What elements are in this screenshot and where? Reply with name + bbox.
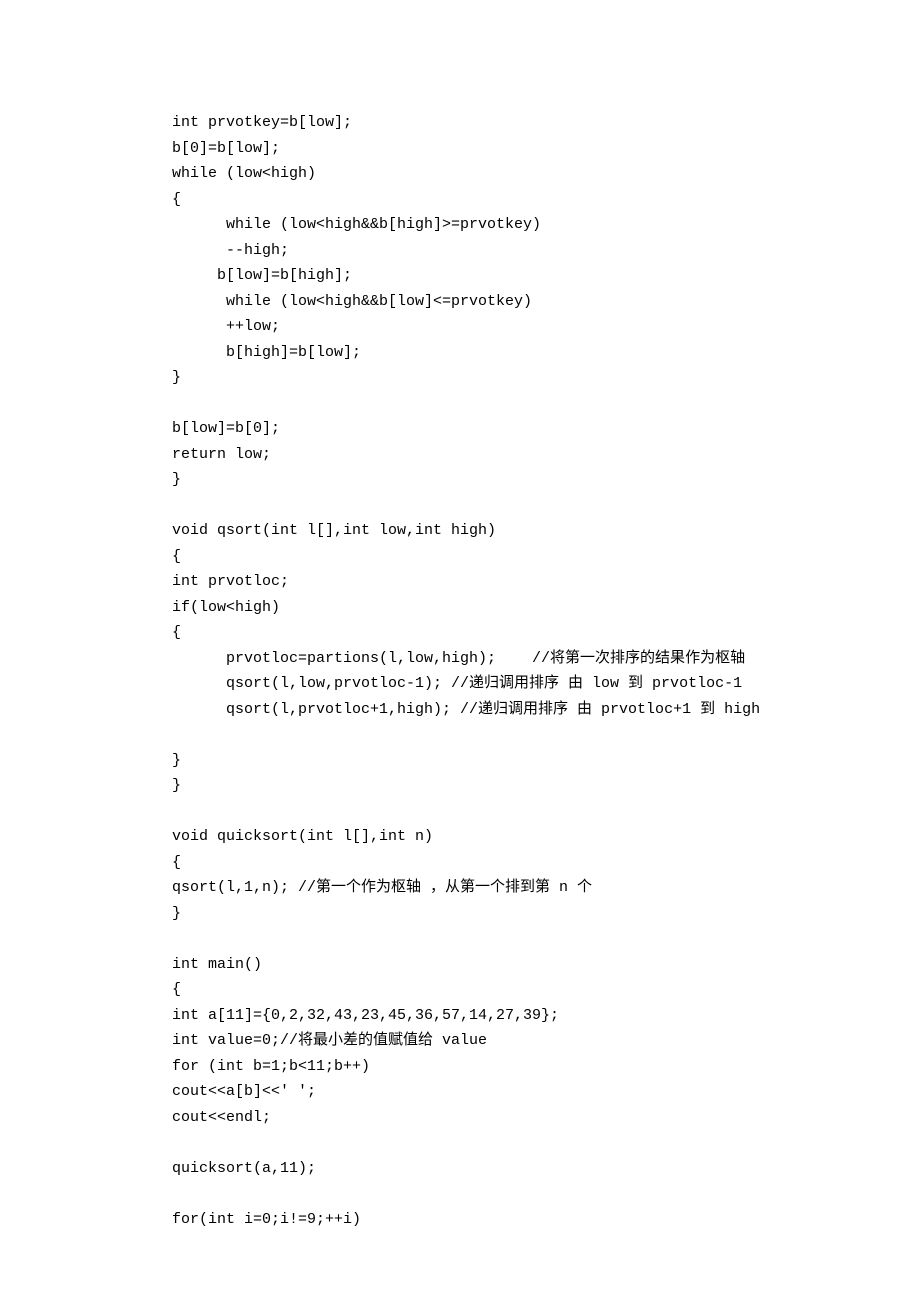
code-line: b[0]=b[low]; — [172, 136, 920, 162]
code-line: for (int b=1;b<11;b++) — [172, 1054, 920, 1080]
code-line — [172, 391, 920, 417]
code-line: b[low]=b[0]; — [172, 416, 920, 442]
code-line: void qsort(int l[],int low,int high) — [172, 518, 920, 544]
code-line: qsort(l,prvotloc+1,high); //递归调用排序 由 prv… — [172, 697, 920, 723]
code-line: } — [172, 365, 920, 391]
code-line: { — [172, 544, 920, 570]
code-line: quicksort(a,11); — [172, 1156, 920, 1182]
code-line: { — [172, 850, 920, 876]
code-line: qsort(l,low,prvotloc-1); //递归调用排序 由 low … — [172, 671, 920, 697]
code-line: int main() — [172, 952, 920, 978]
code-line: b[high]=b[low]; — [172, 340, 920, 366]
code-line: { — [172, 977, 920, 1003]
code-document: int prvotkey=b[low];b[0]=b[low];while (l… — [0, 0, 920, 1232]
code-line — [172, 1130, 920, 1156]
code-line: } — [172, 773, 920, 799]
code-line: cout<<a[b]<<' '; — [172, 1079, 920, 1105]
code-line: return low; — [172, 442, 920, 468]
code-line: while (low<high) — [172, 161, 920, 187]
code-line: for(int i=0;i!=9;++i) — [172, 1207, 920, 1233]
code-line: prvotloc=partions(l,low,high); //将第一次排序的… — [172, 646, 920, 672]
code-line: if(low<high) — [172, 595, 920, 621]
code-line: ++low; — [172, 314, 920, 340]
code-line: while (low<high&&b[high]>=prvotkey) — [172, 212, 920, 238]
code-line: --high; — [172, 238, 920, 264]
code-line: { — [172, 187, 920, 213]
code-line — [172, 926, 920, 952]
code-line: int a[11]={0,2,32,43,23,45,36,57,14,27,3… — [172, 1003, 920, 1029]
code-line — [172, 1181, 920, 1207]
code-line: cout<<endl; — [172, 1105, 920, 1131]
code-line: { — [172, 620, 920, 646]
code-line: int prvotkey=b[low]; — [172, 110, 920, 136]
code-line: b[low]=b[high]; — [172, 263, 920, 289]
code-line — [172, 493, 920, 519]
code-line: int prvotloc; — [172, 569, 920, 595]
code-line: int value=0;//将最小差的值赋值给 value — [172, 1028, 920, 1054]
code-line: qsort(l,1,n); //第一个作为枢轴 ，从第一个排到第 n 个 — [172, 875, 920, 901]
code-line: } — [172, 467, 920, 493]
code-line — [172, 722, 920, 748]
code-line: } — [172, 748, 920, 774]
code-line — [172, 799, 920, 825]
code-line: while (low<high&&b[low]<=prvotkey) — [172, 289, 920, 315]
code-line: } — [172, 901, 920, 927]
code-line: void quicksort(int l[],int n) — [172, 824, 920, 850]
